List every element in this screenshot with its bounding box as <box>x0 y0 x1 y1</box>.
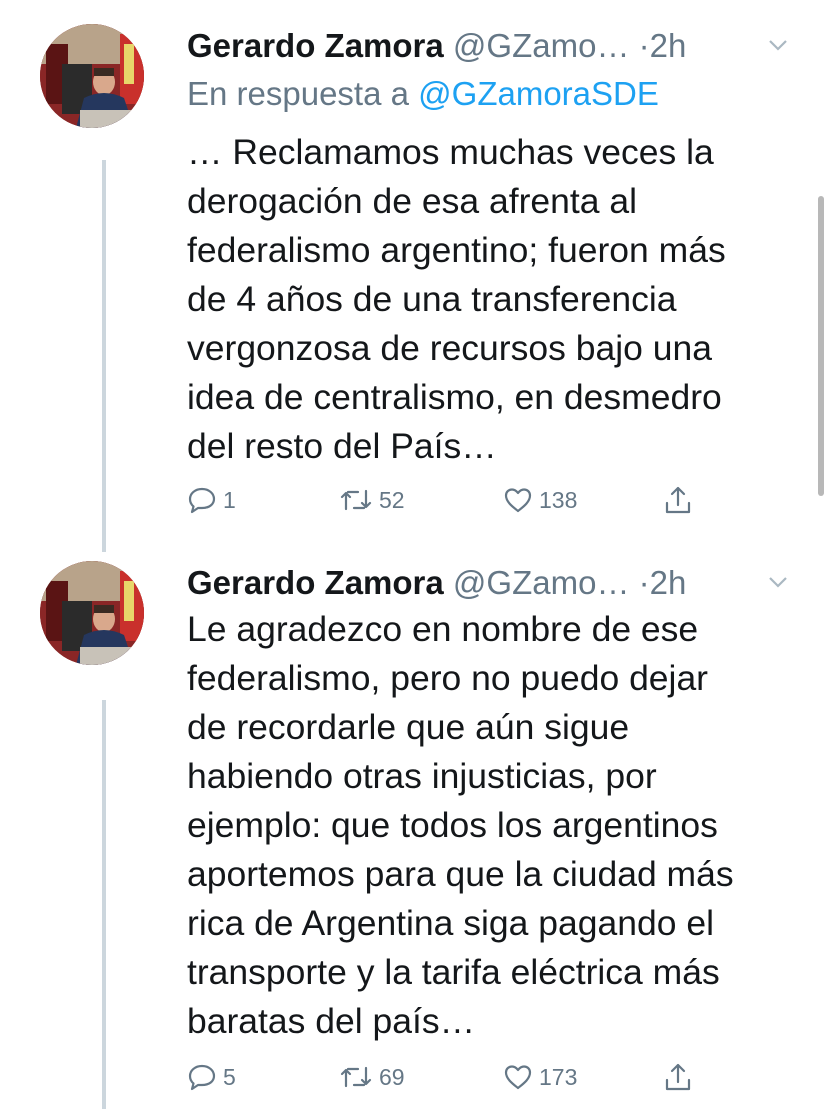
reply-prefix: En respuesta a <box>187 75 409 112</box>
tweet-text-line: del resto del País… <box>187 426 497 466</box>
tweet-text: … Reclamamos muchas veces la derogación … <box>187 128 726 471</box>
retweet-count: 69 <box>379 1063 405 1090</box>
retweet-count: 52 <box>379 486 405 513</box>
avatar-image <box>40 561 144 665</box>
retweet-icon <box>340 1066 372 1088</box>
share-button[interactable] <box>663 1059 699 1095</box>
separator-dot: · <box>638 564 650 601</box>
timestamp[interactable]: 2h <box>650 27 687 64</box>
tweet-text-line: de 4 años de una transferencia <box>187 279 677 319</box>
tweet-text-line: habiendo otras injusticias, por <box>187 756 657 796</box>
avatar-image <box>40 24 144 128</box>
share-button[interactable] <box>663 482 699 518</box>
tweet-text-line: ejemplo: que todos los argentinos <box>187 805 718 845</box>
reply-to-link[interactable]: @GZamoraSDE <box>418 75 659 112</box>
like-button[interactable]: 173 <box>503 1059 577 1095</box>
reply-icon <box>188 1064 216 1091</box>
author-handle[interactable]: @GZamo… <box>453 564 630 601</box>
reply-button[interactable]: 1 <box>187 482 236 518</box>
tweet-text-line: federalismo, pero no puedo dejar <box>187 658 709 698</box>
author-name[interactable]: Gerardo Zamora <box>187 27 444 64</box>
share-icon <box>665 486 691 514</box>
retweet-icon <box>340 489 372 511</box>
reply-context: En respuesta a @GZamoraSDE <box>187 72 659 116</box>
tweet-text-line: Le agradezco en nombre de ese <box>187 609 699 649</box>
author-name[interactable]: Gerardo Zamora <box>187 564 444 601</box>
like-icon <box>504 488 532 513</box>
tweet-text-line: transporte y la tarifa eléctrica más <box>187 952 720 992</box>
reply-count: 1 <box>223 486 236 513</box>
tweet-text-line: idea de centralismo, en desmedro <box>187 377 722 417</box>
tweet[interactable]: Gerardo Zamora @GZamo… ·2h En respuesta … <box>0 24 828 544</box>
share-icon <box>665 1063 691 1091</box>
tweet-text-line: … Reclamamos muchas veces la <box>187 132 714 172</box>
tweet-header: Gerardo Zamora @GZamo… ·2h <box>187 561 788 605</box>
like-icon <box>504 1065 532 1090</box>
tweet-text-line: federalismo argentino; fueron más <box>187 230 726 270</box>
tweet-text: Le agradezco en nombre de ese federalism… <box>187 605 734 1046</box>
reply-icon <box>188 487 216 514</box>
timestamp[interactable]: 2h <box>650 564 687 601</box>
scrollbar[interactable] <box>818 196 824 496</box>
chevron-down-icon[interactable] <box>768 38 788 52</box>
tweet-text-line: derogación de esa afrenta al <box>187 181 637 221</box>
tweet-actions: 1 52 138 <box>187 482 707 518</box>
tweet-text-line: vergonzosa de recursos bajo una <box>187 328 712 368</box>
tweet-actions: 5 69 173 <box>187 1059 707 1095</box>
tweet-text-line: de recordarle que aún sigue <box>187 707 630 747</box>
separator-dot: · <box>638 27 650 64</box>
reply-button[interactable]: 5 <box>187 1059 236 1095</box>
chevron-down-icon[interactable] <box>768 575 788 589</box>
tweet-header: Gerardo Zamora @GZamo… ·2h <box>187 24 788 68</box>
reply-count: 5 <box>223 1063 236 1090</box>
tweet-text-line: rica de Argentina siga pagando el <box>187 903 714 943</box>
retweet-button[interactable]: 52 <box>339 482 405 518</box>
like-count: 138 <box>539 486 578 513</box>
retweet-button[interactable]: 69 <box>339 1059 405 1095</box>
like-button[interactable]: 138 <box>503 482 577 518</box>
author-handle[interactable]: @GZamo… <box>453 27 630 64</box>
tweet-text-line: baratas del país… <box>187 1001 476 1041</box>
avatar[interactable] <box>40 561 144 665</box>
tweet-text-line: aportemos para que la ciudad más <box>187 854 734 894</box>
like-count: 173 <box>539 1063 578 1090</box>
avatar[interactable] <box>40 24 144 128</box>
tweet[interactable]: Gerardo Zamora @GZamo… ·2h Le agradezco … <box>0 561 828 1101</box>
